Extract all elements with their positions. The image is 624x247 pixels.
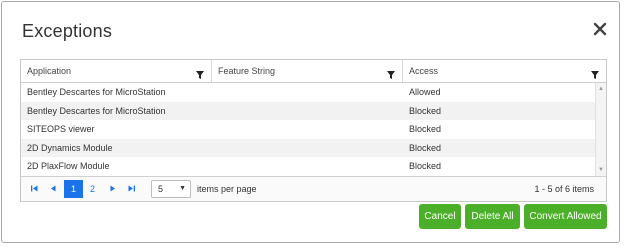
column-label: Application — [27, 66, 72, 76]
grid-header: Application Feature String Access — [21, 60, 606, 83]
scroll-down-icon[interactable]: ▼ — [596, 165, 606, 175]
next-page-icon[interactable] — [103, 180, 122, 198]
column-header-application[interactable]: Application — [21, 60, 212, 82]
table-row[interactable]: 2D Dynamics Module Blocked — [21, 138, 595, 158]
exceptions-dialog: Exceptions Application Feature String Ac… — [1, 1, 620, 243]
cell-application: 2D PlaxFlow Module — [27, 161, 110, 171]
column-header-access[interactable]: Access — [403, 60, 606, 82]
dialog-title: Exceptions — [22, 21, 113, 41]
cell-feature-string — [212, 120, 403, 139]
chevron-down-icon: ▼ — [179, 185, 186, 192]
filter-icon[interactable] — [195, 66, 205, 79]
table-row[interactable]: SITEOPS viewer Blocked — [21, 120, 595, 139]
pager-info: 1 - 5 of 6 items — [534, 184, 594, 194]
table-row[interactable]: Bentley Descartes for MicroStation Allow… — [21, 83, 595, 102]
grid-body: Bentley Descartes for MicroStation Allow… — [21, 83, 595, 176]
filter-icon[interactable] — [386, 66, 396, 79]
column-label: Access — [409, 66, 439, 76]
prev-page-icon[interactable] — [44, 180, 63, 198]
page-size-value: 5 — [158, 184, 164, 194]
convert-allowed-button[interactable]: Convert Allowed — [524, 204, 607, 229]
cell-feature-string — [212, 157, 403, 176]
last-page-icon[interactable] — [122, 180, 141, 198]
page-button-1[interactable]: 1 — [64, 180, 83, 198]
page-size-select[interactable]: 5 ▼ — [151, 180, 191, 198]
page-button-2[interactable]: 2 — [83, 180, 102, 198]
close-icon[interactable] — [590, 18, 610, 40]
cell-feature-string — [212, 102, 403, 121]
cell-access: Allowed — [409, 87, 441, 97]
cell-application: 2D Dynamics Module — [27, 142, 113, 153]
cell-access: Blocked — [409, 161, 442, 171]
exceptions-grid: Application Feature String Access Bentle… — [20, 59, 607, 202]
grid-pager: 1 2 5 ▼ items per page 1 - 5 of 6 items — [21, 176, 606, 201]
cell-access: Blocked — [409, 142, 442, 153]
items-per-page-label: items per page — [197, 184, 257, 194]
first-page-icon[interactable] — [25, 180, 44, 198]
cancel-button[interactable]: Cancel — [419, 204, 461, 229]
cell-access: Blocked — [409, 105, 442, 116]
delete-all-button[interactable]: Delete All — [465, 204, 520, 229]
cell-application: SITEOPS viewer — [27, 124, 95, 134]
table-row[interactable]: Bentley Descartes for MicroStation Block… — [21, 101, 595, 121]
table-row[interactable]: 2D PlaxFlow Module Blocked — [21, 157, 595, 176]
filter-icon[interactable] — [590, 66, 600, 79]
column-label: Feature String — [218, 66, 276, 76]
cell-feature-string — [212, 83, 403, 102]
cell-application: Bentley Descartes for MicroStation — [27, 105, 166, 116]
column-header-feature-string[interactable]: Feature String — [212, 60, 403, 82]
scroll-up-icon[interactable]: ▲ — [596, 84, 606, 94]
cell-application: Bentley Descartes for MicroStation — [27, 87, 166, 97]
vertical-scrollbar[interactable]: ▲ ▼ — [595, 83, 606, 176]
cell-feature-string — [212, 139, 403, 158]
cell-access: Blocked — [409, 124, 442, 134]
